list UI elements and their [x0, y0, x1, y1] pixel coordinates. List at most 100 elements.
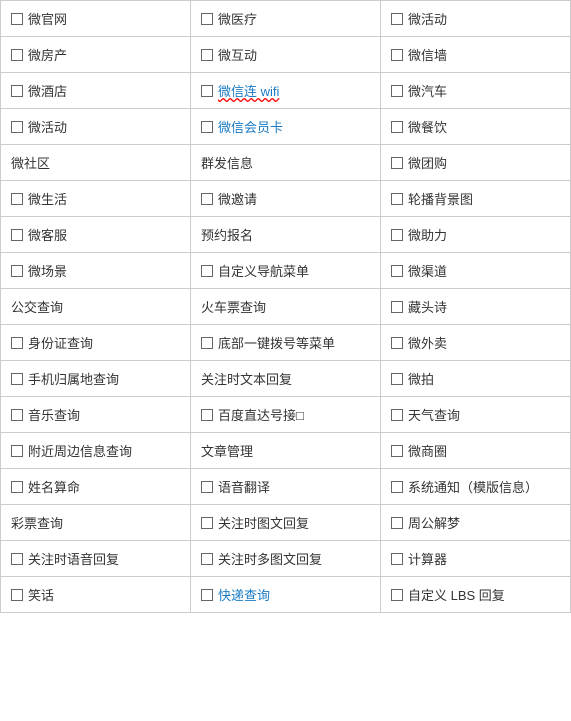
table-cell[interactable]: 姓名算命 [1, 469, 191, 505]
item-label: 微社区 [11, 153, 50, 172]
item-label: 微拍 [408, 369, 434, 388]
table-cell[interactable]: 彩票查询 [1, 505, 191, 541]
item-label: 火车票查询 [201, 297, 266, 316]
table-cell[interactable]: 微互动 [191, 37, 381, 73]
checkbox[interactable] [11, 445, 23, 457]
table-cell[interactable]: 微活动 [381, 1, 571, 37]
checkbox[interactable] [201, 553, 213, 565]
table-cell[interactable]: 关注时图文回复 [191, 505, 381, 541]
checkbox[interactable] [391, 229, 403, 241]
table-cell[interactable]: 公交查询 [1, 289, 191, 325]
table-cell[interactable]: 系统通知（模版信息） [381, 469, 571, 505]
checkbox[interactable] [391, 445, 403, 457]
table-cell[interactable]: 百度直达号接□ [191, 397, 381, 433]
table-cell[interactable]: 微活动 [1, 109, 191, 145]
table-cell[interactable]: 底部一键拨号等菜单 [191, 325, 381, 361]
table-cell[interactable]: 微房产 [1, 37, 191, 73]
checkbox[interactable] [201, 337, 213, 349]
table-cell[interactable]: 微餐饮 [381, 109, 571, 145]
item-label: 微医疗 [218, 9, 257, 28]
checkbox[interactable] [391, 301, 403, 313]
table-cell[interactable]: 微酒店 [1, 73, 191, 109]
table-cell[interactable]: 文章管理 [191, 433, 381, 469]
table-cell[interactable]: 附近周边信息查询 [1, 433, 191, 469]
table-cell[interactable]: 微官网 [1, 1, 191, 37]
table-cell[interactable]: 快递查询 [191, 577, 381, 613]
checkbox[interactable] [391, 49, 403, 61]
checkbox[interactable] [11, 553, 23, 565]
table-cell[interactable]: 微外卖 [381, 325, 571, 361]
checkbox[interactable] [11, 13, 23, 25]
table-cell[interactable]: 微邀请 [191, 181, 381, 217]
table-cell[interactable]: 微社区 [1, 145, 191, 181]
table-cell[interactable]: 微渠道 [381, 253, 571, 289]
checkbox[interactable] [201, 409, 213, 421]
table-cell[interactable]: 微信墙 [381, 37, 571, 73]
item-label: 系统通知（模版信息） [408, 477, 538, 496]
checkbox[interactable] [11, 481, 23, 493]
checkbox[interactable] [11, 193, 23, 205]
table-cell[interactable]: 藏头诗 [381, 289, 571, 325]
table-cell[interactable]: 火车票查询 [191, 289, 381, 325]
checkbox[interactable] [11, 409, 23, 421]
checkbox[interactable] [11, 85, 23, 97]
table-cell[interactable]: 微商圈 [381, 433, 571, 469]
table-cell[interactable]: 轮播背景图 [381, 181, 571, 217]
checkbox[interactable] [201, 481, 213, 493]
table-cell[interactable]: 微场景 [1, 253, 191, 289]
table-cell[interactable]: 微助力 [381, 217, 571, 253]
table-cell[interactable]: 微生活 [1, 181, 191, 217]
checkbox[interactable] [201, 589, 213, 601]
checkbox[interactable] [391, 157, 403, 169]
checkbox[interactable] [201, 265, 213, 277]
table-cell[interactable]: 微汽车 [381, 73, 571, 109]
table-cell[interactable]: 自定义导航菜单 [191, 253, 381, 289]
checkbox[interactable] [391, 193, 403, 205]
checkbox[interactable] [11, 229, 23, 241]
table-cell[interactable]: 计算器 [381, 541, 571, 577]
checkbox[interactable] [201, 49, 213, 61]
checkbox[interactable] [201, 121, 213, 133]
checkbox[interactable] [391, 265, 403, 277]
table-cell[interactable]: 关注时多图文回复 [191, 541, 381, 577]
checkbox[interactable] [391, 589, 403, 601]
table-cell[interactable]: 微信会员卡 [191, 109, 381, 145]
checkbox[interactable] [201, 193, 213, 205]
table-cell[interactable]: 笑话 [1, 577, 191, 613]
checkbox[interactable] [11, 589, 23, 601]
table-cell[interactable]: 关注时语音回复 [1, 541, 191, 577]
checkbox[interactable] [11, 337, 23, 349]
table-cell[interactable]: 微拍 [381, 361, 571, 397]
table-cell[interactable]: 自定义 LBS 回复 [381, 577, 571, 613]
item-label: 底部一键拨号等菜单 [218, 333, 335, 352]
checkbox[interactable] [391, 553, 403, 565]
checkbox[interactable] [391, 13, 403, 25]
checkbox[interactable] [391, 481, 403, 493]
table-cell[interactable]: 身份证查询 [1, 325, 191, 361]
checkbox[interactable] [391, 373, 403, 385]
table-cell[interactable]: 微团购 [381, 145, 571, 181]
table-cell[interactable]: 手机归属地查询 [1, 361, 191, 397]
checkbox[interactable] [391, 517, 403, 529]
checkbox[interactable] [11, 373, 23, 385]
checkbox[interactable] [201, 13, 213, 25]
table-cell[interactable]: 关注时文本回复 [191, 361, 381, 397]
checkbox[interactable] [11, 265, 23, 277]
checkbox[interactable] [11, 121, 23, 133]
table-cell[interactable]: 微客服 [1, 217, 191, 253]
table-cell[interactable]: 周公解梦 [381, 505, 571, 541]
table-cell[interactable]: 微医疗 [191, 1, 381, 37]
checkbox[interactable] [391, 409, 403, 421]
checkbox[interactable] [11, 49, 23, 61]
checkbox[interactable] [201, 517, 213, 529]
checkbox[interactable] [391, 121, 403, 133]
table-cell[interactable]: 天气查询 [381, 397, 571, 433]
table-cell[interactable]: 预约报名 [191, 217, 381, 253]
checkbox[interactable] [391, 337, 403, 349]
table-cell[interactable]: 语音翻译 [191, 469, 381, 505]
checkbox[interactable] [391, 85, 403, 97]
table-cell[interactable]: 微信连 wifi [191, 73, 381, 109]
table-cell[interactable]: 群发信息 [191, 145, 381, 181]
table-cell[interactable]: 音乐查询 [1, 397, 191, 433]
checkbox[interactable] [201, 85, 213, 97]
